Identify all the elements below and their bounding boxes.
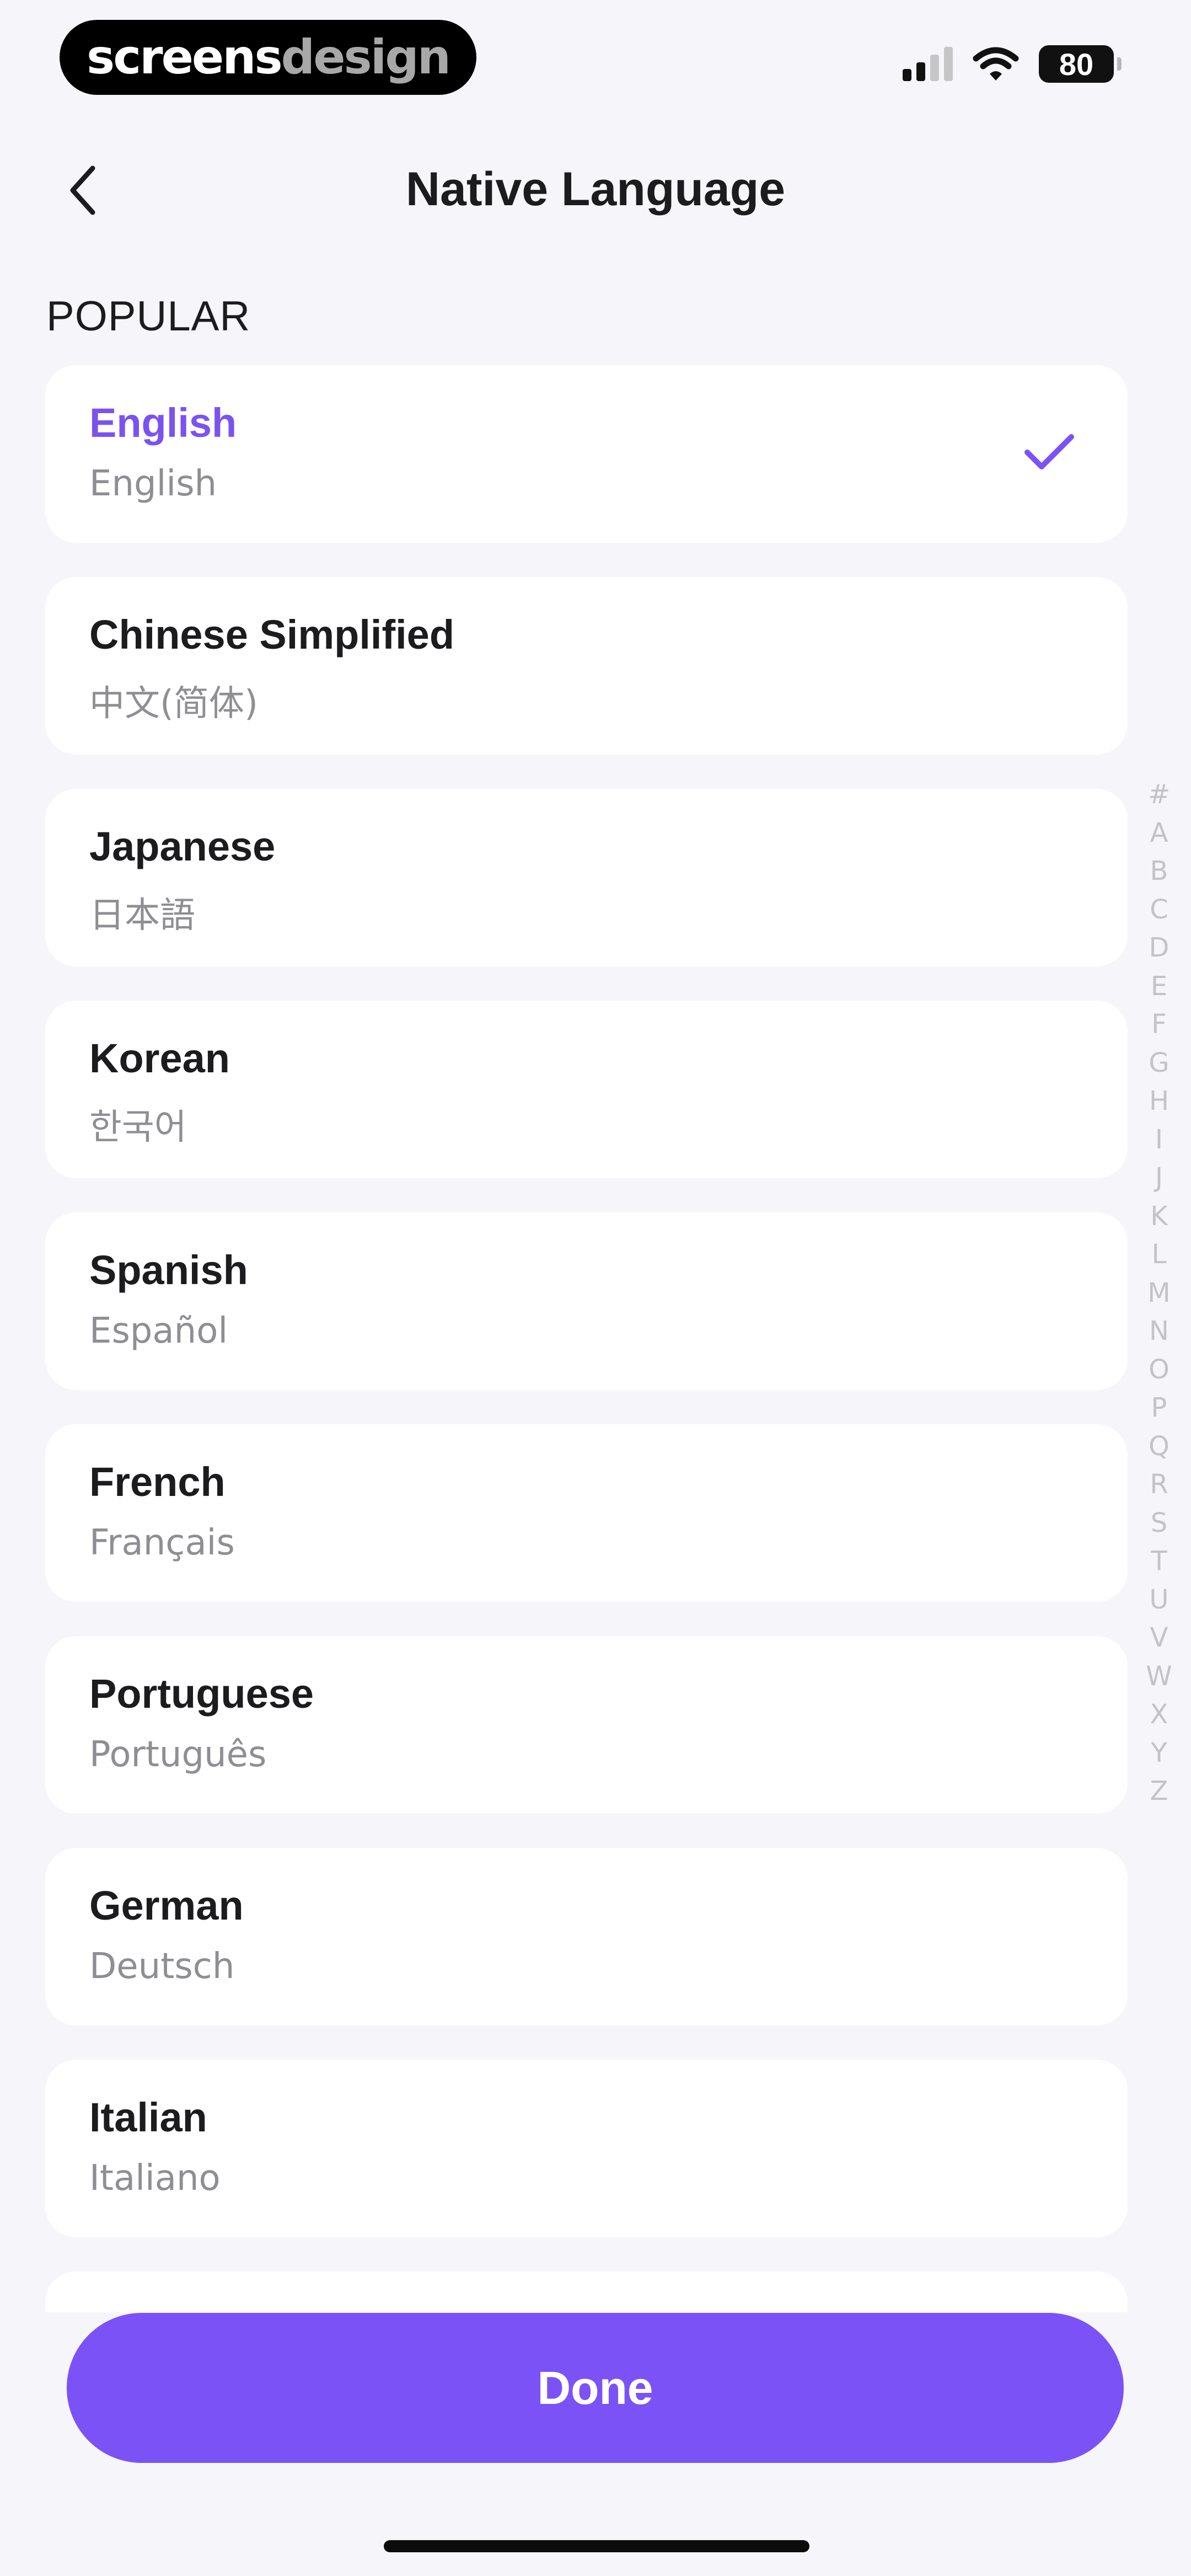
language-row[interactable]: German Deutsch <box>45 1848 1128 2025</box>
language-native-name: 한국어 <box>89 1107 187 1148</box>
section-header-popular: POPULAR <box>46 293 251 340</box>
language-name: Chinese Simplified <box>89 612 455 658</box>
index-letter[interactable]: J <box>1155 1159 1163 1198</box>
index-letter[interactable]: N <box>1149 1312 1169 1351</box>
language-list[interactable]: English English Chinese Simplified 中文(简体) Ja… <box>45 365 1128 2312</box>
language-name: French <box>89 1459 226 1505</box>
brand-logo-part2: design <box>281 30 451 85</box>
language-name: English <box>89 400 237 446</box>
language-row[interactable]: Spanish Español <box>45 1212 1128 1390</box>
signal-icon <box>903 47 953 81</box>
battery-level: 80 <box>1059 46 1094 82</box>
language-row[interactable]: English English <box>45 365 1128 543</box>
index-letter[interactable]: C <box>1150 891 1168 929</box>
language-native-name: English <box>89 463 217 504</box>
index-letter[interactable]: A <box>1150 814 1168 853</box>
language-row[interactable]: Japanese 日本語 <box>45 789 1128 966</box>
index-letter[interactable]: R <box>1150 1466 1168 1504</box>
index-letter[interactable]: H <box>1149 1082 1169 1121</box>
index-letter[interactable]: M <box>1147 1274 1170 1313</box>
index-letter[interactable]: K <box>1150 1198 1167 1236</box>
brand-logo: screensdesign <box>60 20 476 95</box>
language-native-name: 日本語 <box>89 895 195 936</box>
index-letter[interactable]: G <box>1149 1044 1169 1083</box>
language-native-name: Español <box>89 1311 228 1351</box>
wifi-icon <box>973 47 1019 81</box>
language-native-name: Deutsch <box>89 1946 235 1987</box>
index-letter[interactable]: T <box>1151 1542 1167 1581</box>
language-row[interactable]: Korean 한국어 <box>45 1001 1128 1178</box>
index-letter[interactable]: W <box>1146 1658 1172 1696</box>
language-row[interactable]: Chinese Simplified 中文(简体) <box>45 577 1128 755</box>
index-letter[interactable]: P <box>1151 1389 1167 1428</box>
language-native-name: 中文(简体) <box>89 683 258 724</box>
index-letter[interactable]: U <box>1149 1581 1168 1620</box>
language-row[interactable]: French Français <box>45 1424 1128 1602</box>
language-name: Korean <box>89 1035 230 1081</box>
index-letter[interactable]: B <box>1150 852 1168 891</box>
index-letter[interactable]: S <box>1151 1504 1167 1543</box>
index-letter[interactable]: V <box>1150 1619 1168 1658</box>
done-button[interactable]: Done <box>67 2313 1124 2463</box>
language-name: Spanish <box>89 1247 248 1293</box>
index-letter[interactable]: Y <box>1151 1734 1167 1773</box>
index-letter[interactable]: I <box>1155 1121 1163 1159</box>
language-name: Portuguese <box>89 1671 314 1717</box>
page-title: Native Language <box>405 163 786 216</box>
status-icons: 80 <box>903 45 1122 83</box>
index-letter[interactable]: Z <box>1150 1772 1168 1811</box>
index-letter[interactable]: D <box>1149 929 1169 968</box>
index-letter[interactable]: O <box>1149 1351 1169 1389</box>
index-letter[interactable]: Q <box>1149 1428 1169 1466</box>
alphabet-index[interactable]: # A B C D E F G H I J K L M N O P Q R S T U V W X Y Z <box>1140 776 1178 1811</box>
brand-logo-part1: screens <box>87 30 283 85</box>
language-native-name: Italiano <box>89 2158 221 2199</box>
navigation-bar: Native Language <box>0 143 1191 243</box>
checkmark-icon <box>1024 434 1074 469</box>
language-name: Japanese <box>89 824 276 869</box>
language-name: German <box>89 1883 244 1928</box>
language-row[interactable]: Italian Italiano <box>45 2060 1128 2237</box>
index-letter[interactable]: F <box>1151 1006 1167 1044</box>
status-bar: screensdesign 80 <box>0 0 1191 110</box>
index-letter[interactable]: # <box>1148 776 1170 814</box>
index-letter[interactable]: E <box>1151 968 1167 1006</box>
battery-icon: 80 <box>1039 45 1122 83</box>
index-letter[interactable]: X <box>1150 1696 1168 1734</box>
language-row[interactable]: Portuguese Português <box>45 1636 1128 1814</box>
language-name: Italian <box>89 2094 207 2140</box>
language-native-name: Français <box>89 1522 235 1563</box>
language-native-name: Português <box>89 1734 267 1775</box>
home-indicator <box>384 2540 809 2552</box>
language-row-partial[interactable] <box>45 2272 1128 2312</box>
index-letter[interactable]: L <box>1152 1236 1167 1274</box>
